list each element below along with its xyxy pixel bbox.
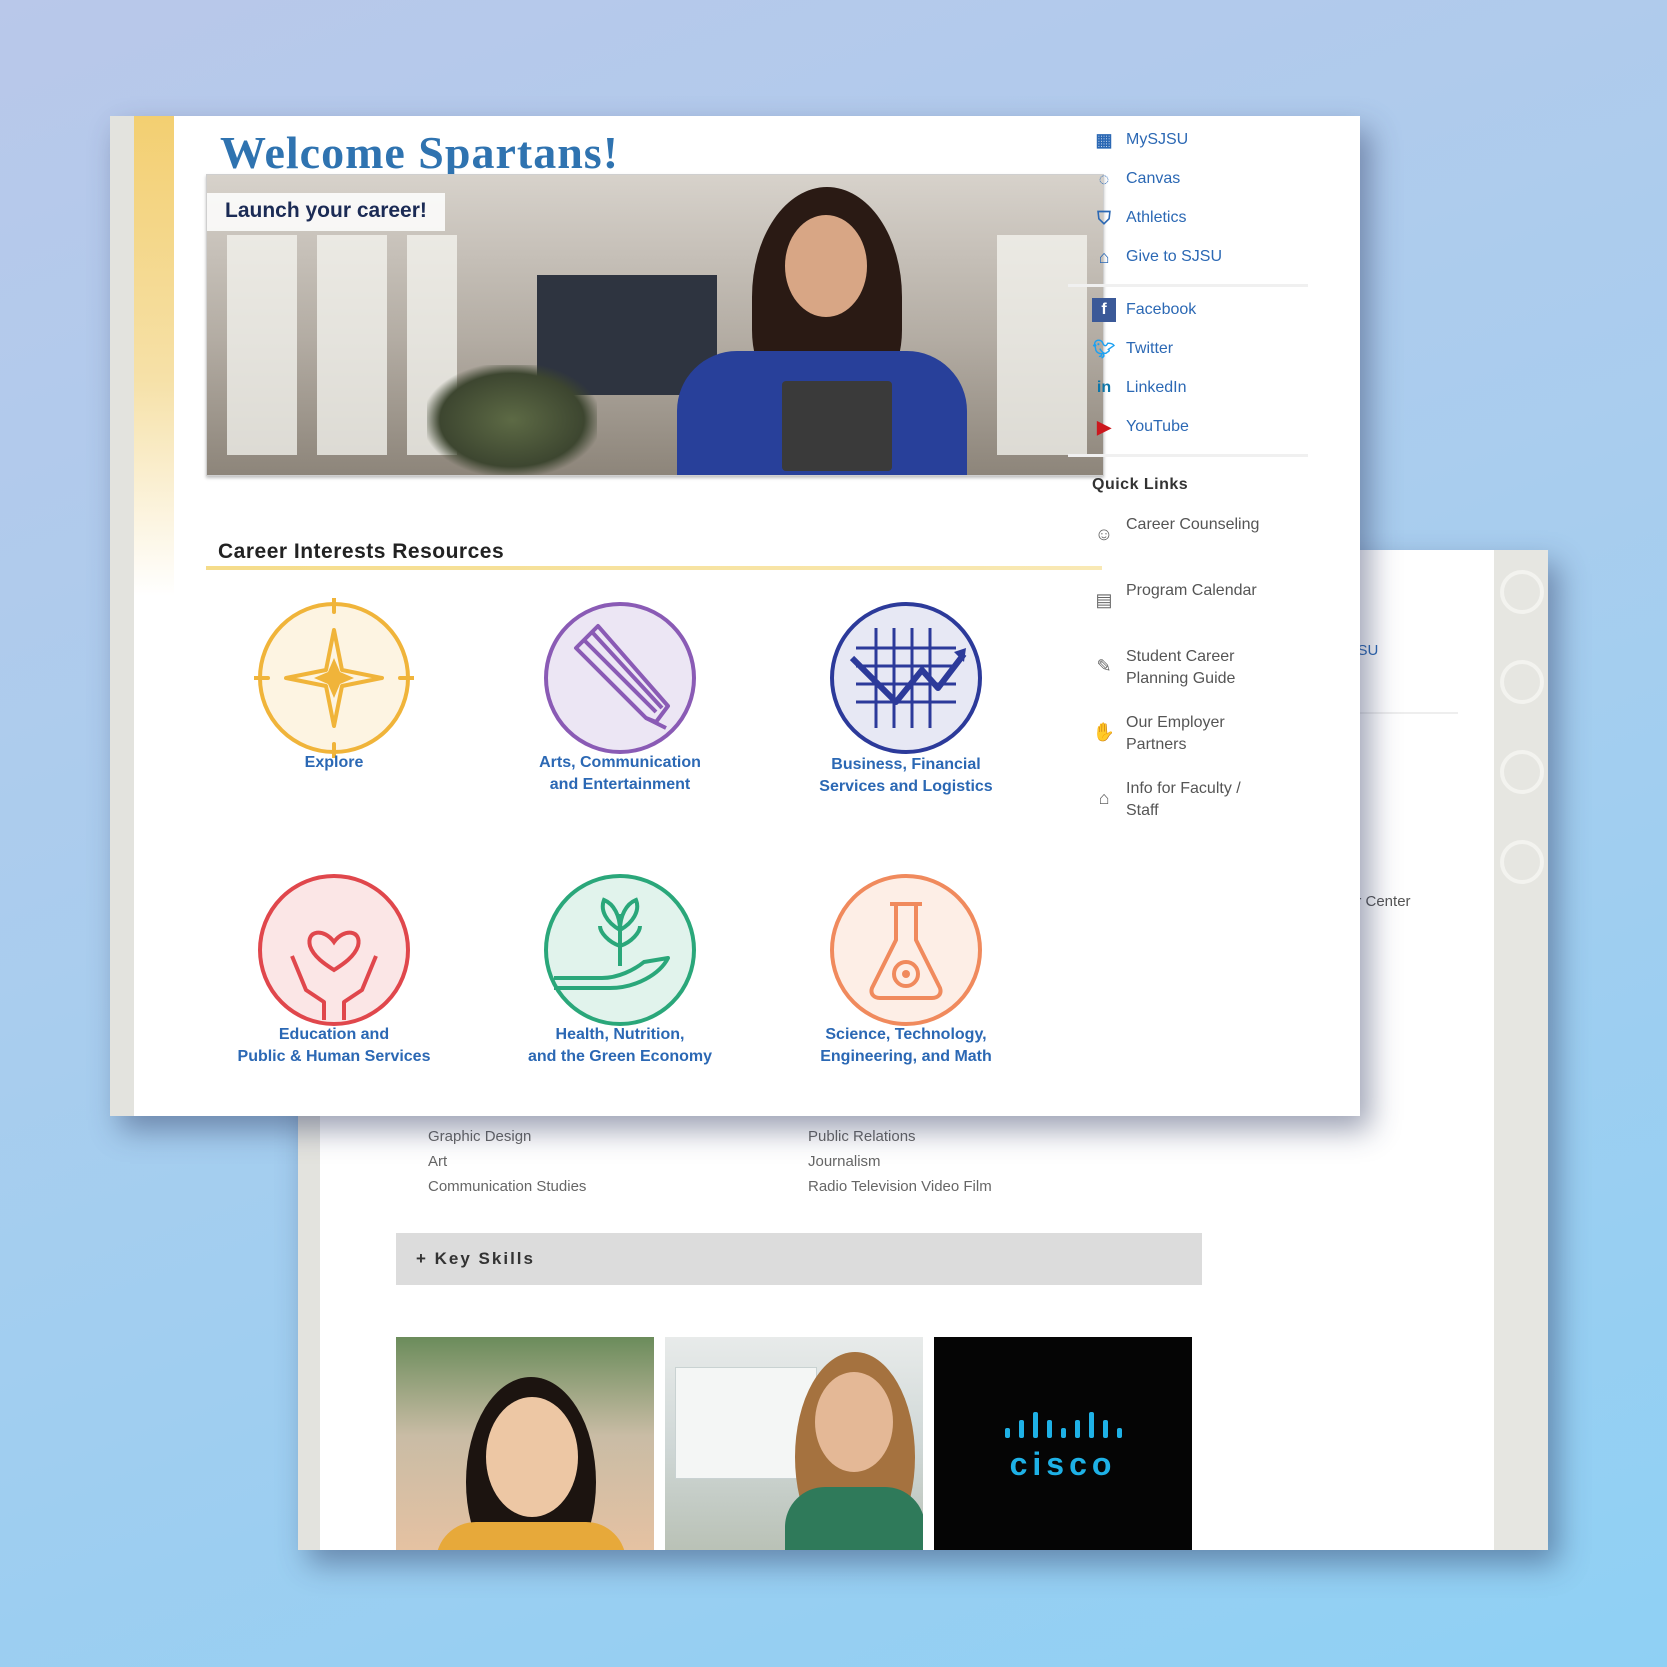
hero-caption: Launch your career!	[207, 193, 445, 231]
gold-accent-stripe	[134, 116, 174, 596]
cisco-logo-text: cisco	[1009, 1445, 1117, 1482]
major-item[interactable]: Graphic Design	[428, 1128, 531, 1145]
quick-link-label: Student Career Planning Guide	[1126, 648, 1236, 687]
front-page-screenshot: Welcome Spartans! Launch your career! Ca…	[110, 116, 1360, 1116]
sidebar-link-mysjsu[interactable]: ▦ MySJSU	[1092, 128, 1188, 152]
canvas-icon: ◌	[1098, 168, 1110, 189]
sidebar-link-label: MySJSU	[1126, 131, 1189, 148]
social-link-youtube[interactable]: ▶ YouTube	[1092, 415, 1189, 439]
back-divider	[1348, 712, 1458, 714]
give-icon: ⌂	[1098, 246, 1110, 267]
compass-star-icon[interactable]	[254, 598, 414, 758]
page-title: Welcome Spartans!	[220, 127, 620, 178]
facebook-icon: f	[1092, 298, 1116, 322]
linkedin-icon: in	[1096, 379, 1112, 396]
quick-link-label: Our Employer Partners	[1126, 714, 1225, 753]
cisco-logo-icon	[1004, 1411, 1122, 1438]
guide-icon: ✎	[1096, 656, 1112, 676]
major-item[interactable]: Communication Studies	[428, 1178, 586, 1195]
major-item[interactable]: Public Relations	[808, 1128, 916, 1145]
mysjsu-icon: ▦	[1095, 129, 1113, 150]
social-link-twitter[interactable]: 🐦︎ Twitter	[1092, 337, 1174, 361]
calendar-icon: ▤	[1095, 590, 1113, 610]
pencil-icon[interactable]	[540, 598, 700, 758]
athletics-icon: ⛉	[1097, 207, 1111, 228]
briefcase-icon: ⌂	[1098, 788, 1110, 808]
cisco-logo-tile[interactable]: cisco	[934, 1337, 1192, 1550]
quick-link-label: Program Calendar	[1126, 582, 1257, 599]
social-link-label: Twitter	[1126, 340, 1174, 357]
interest-label-business[interactable]: Business, Financial Services and Logisti…	[776, 754, 1036, 798]
social-link-facebook[interactable]: f Facebook	[1092, 298, 1196, 322]
student-photo-1[interactable]	[396, 1337, 654, 1550]
major-item[interactable]: Journalism	[808, 1153, 881, 1170]
interest-label-education[interactable]: Education and Public & Human Services	[204, 1024, 464, 1068]
sidebar-link-give[interactable]: ⌂ Give to SJSU	[1092, 245, 1222, 269]
sprout-hand-icon[interactable]	[540, 870, 700, 1030]
heart-hands-icon[interactable]	[254, 870, 414, 1030]
quick-link-planning-guide[interactable]: ✎ Student Career Planning Guide	[1092, 646, 1296, 690]
sidebar-divider	[1068, 454, 1308, 457]
sidebar-link-canvas[interactable]: ◌ Canvas	[1092, 167, 1181, 191]
handshake-icon: ✋	[1092, 722, 1116, 742]
section-title: Career Interests Resources	[218, 540, 505, 563]
youtube-icon: ▶	[1097, 416, 1111, 437]
hero-banner[interactable]: Launch your career!	[206, 174, 1104, 476]
sidebar-link-label: Athletics	[1126, 209, 1187, 226]
left-border-stripe	[110, 116, 134, 1116]
major-item[interactable]: Radio Television Video Film	[808, 1178, 992, 1195]
quick-link-career-counseling[interactable]: ☺ Career Counseling	[1092, 514, 1276, 546]
social-link-label: YouTube	[1126, 418, 1189, 435]
interest-label-health[interactable]: Health, Nutrition, and the Green Economy	[490, 1024, 750, 1068]
quick-link-faculty-staff[interactable]: ⌂ Info for Faculty / Staff	[1092, 778, 1276, 822]
quick-link-program-calendar[interactable]: ▤ Program Calendar	[1092, 580, 1276, 612]
quick-link-label: Career Counseling	[1126, 516, 1260, 533]
interest-label-arts[interactable]: Arts, Communication and Entertainment	[490, 752, 750, 796]
growth-chart-icon[interactable]	[826, 598, 986, 758]
quick-link-label: Info for Faculty / Staff	[1126, 780, 1241, 819]
sidebar-link-athletics[interactable]: ⛉ Athletics	[1092, 206, 1186, 230]
sidebar-link-label: Canvas	[1126, 170, 1181, 187]
sidebar-divider	[1068, 284, 1308, 287]
key-skills-accordion[interactable]: + Key Skills	[396, 1233, 1202, 1285]
quick-link-employer-partners[interactable]: ✋ Our Employer Partners	[1092, 712, 1276, 756]
social-link-label: LinkedIn	[1126, 379, 1187, 396]
student-photo-2[interactable]	[665, 1337, 923, 1550]
sidebar-link-label: Give to SJSU	[1126, 248, 1223, 265]
social-link-linkedin[interactable]: in LinkedIn	[1092, 376, 1187, 400]
interest-label-explore[interactable]: Explore	[204, 752, 464, 774]
twitter-icon: 🐦︎	[1092, 338, 1116, 359]
counseling-icon: ☺	[1094, 524, 1114, 544]
social-link-label: Facebook	[1126, 301, 1197, 318]
right-decorative-stripe	[1494, 550, 1548, 1550]
flask-icon[interactable]	[826, 870, 986, 1030]
interest-label-stem[interactable]: Science, Technology, Engineering, and Ma…	[776, 1024, 1036, 1068]
quick-links-title: Quick Links	[1092, 476, 1189, 493]
major-item[interactable]: Art	[428, 1153, 447, 1170]
section-divider	[206, 566, 1102, 570]
